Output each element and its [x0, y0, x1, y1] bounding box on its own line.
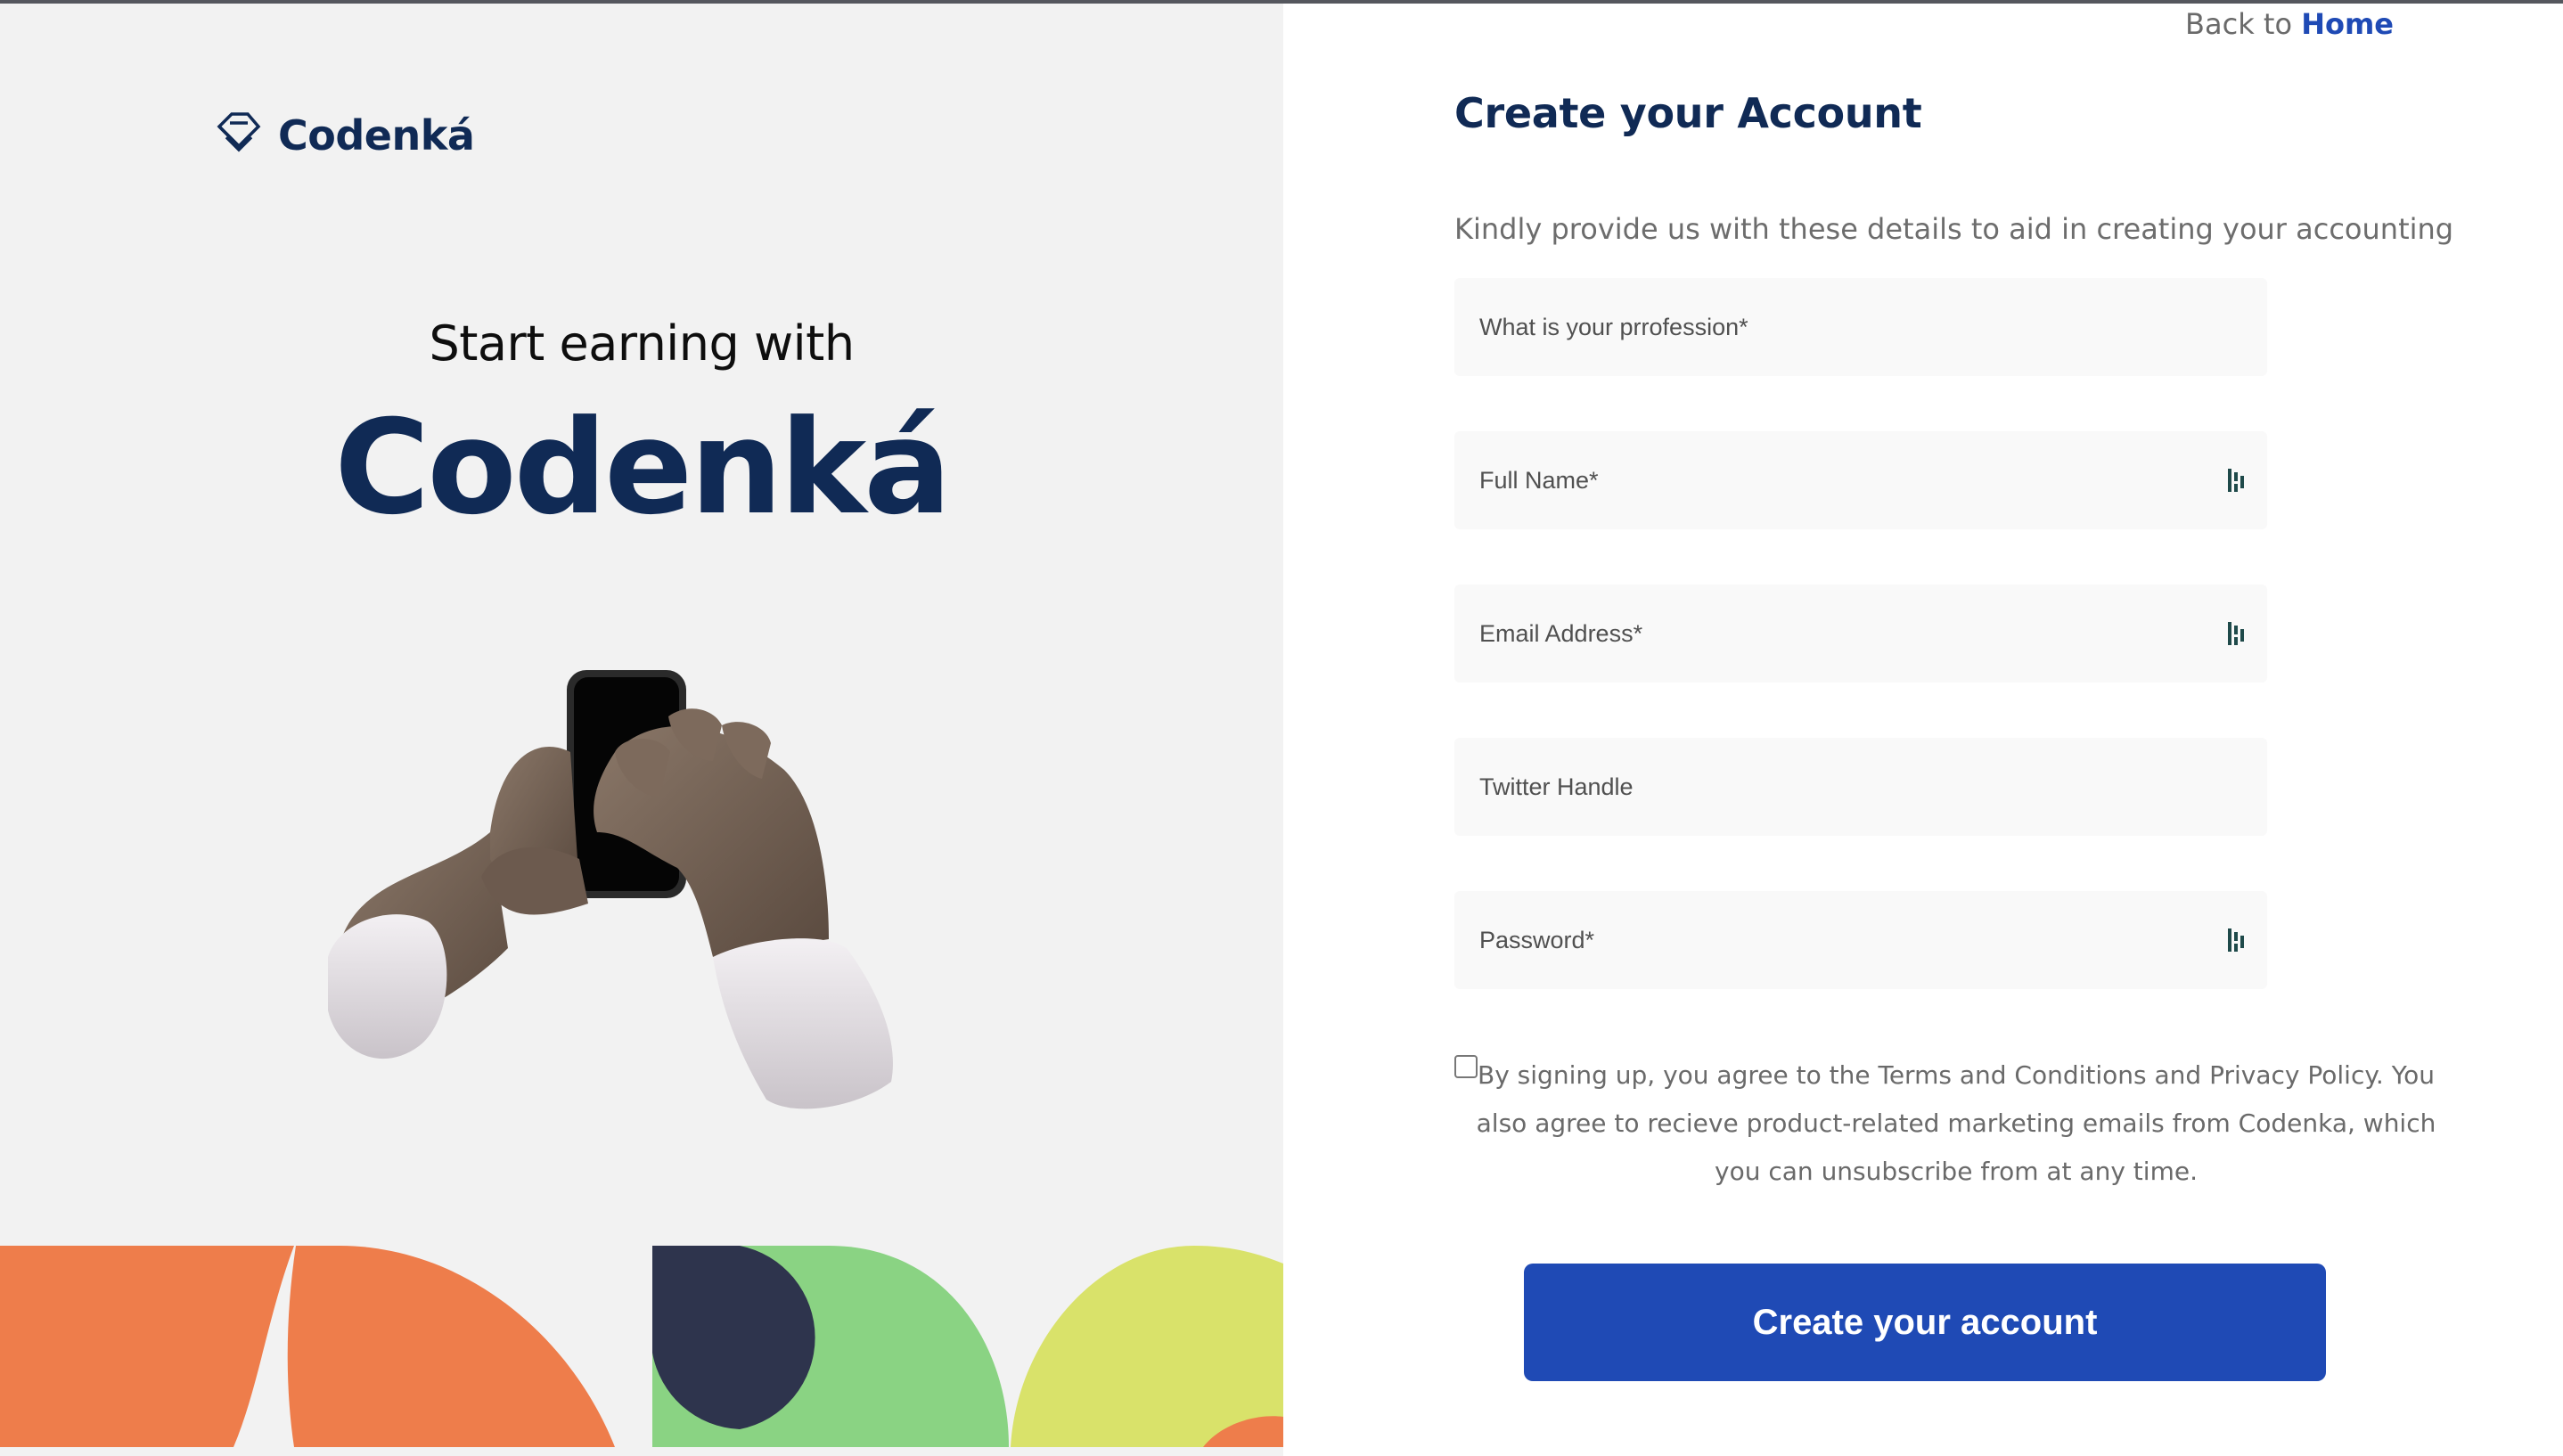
codenka-diamond-icon — [217, 112, 261, 152]
email-field[interactable] — [1454, 585, 2267, 683]
twitter-handle-input[interactable] — [1454, 738, 2267, 836]
full-name-field[interactable] — [1454, 431, 2267, 529]
profession-input[interactable] — [1454, 278, 2267, 376]
consent-text: By signing up, you agree to the Terms an… — [1476, 1060, 2436, 1186]
password-input[interactable] — [1454, 891, 2267, 989]
home-link[interactable]: Home — [2301, 7, 2394, 41]
hands-holding-phone-illustration — [328, 670, 893, 1109]
hero-tagline: Start earning with — [429, 315, 855, 372]
hero-title: Codenká — [334, 392, 952, 544]
password-field[interactable] — [1454, 891, 2267, 989]
brand-name: Codenká — [278, 111, 475, 160]
back-to-text: Back to — [2185, 7, 2293, 41]
decorative-shapes — [0, 1246, 1283, 1447]
brand-logo[interactable]: Codenká — [212, 109, 475, 162]
promo-panel: Codenká Start earning with Codenká — [0, 4, 1283, 1456]
form-title: Create your Account — [1454, 89, 1922, 137]
email-input[interactable] — [1454, 585, 2267, 683]
autofill-icon[interactable] — [2226, 467, 2249, 494]
full-name-input[interactable] — [1454, 431, 2267, 529]
autofill-icon[interactable] — [2226, 927, 2249, 953]
back-to-home: Back to Home — [2185, 7, 2394, 41]
create-account-button[interactable]: Create your account — [1524, 1264, 2326, 1381]
form-subtitle: Kindly provide us with these details to … — [1454, 212, 2454, 246]
signup-panel: Back to Home Create your Account Kindly … — [1283, 4, 2563, 1456]
consent-block: By signing up, you agree to the Terms an… — [1454, 1051, 2444, 1196]
consent-checkbox[interactable] — [1454, 1055, 1478, 1078]
autofill-icon[interactable] — [2226, 620, 2249, 647]
profession-field[interactable] — [1454, 278, 2267, 376]
twitter-handle-field[interactable] — [1454, 738, 2267, 836]
